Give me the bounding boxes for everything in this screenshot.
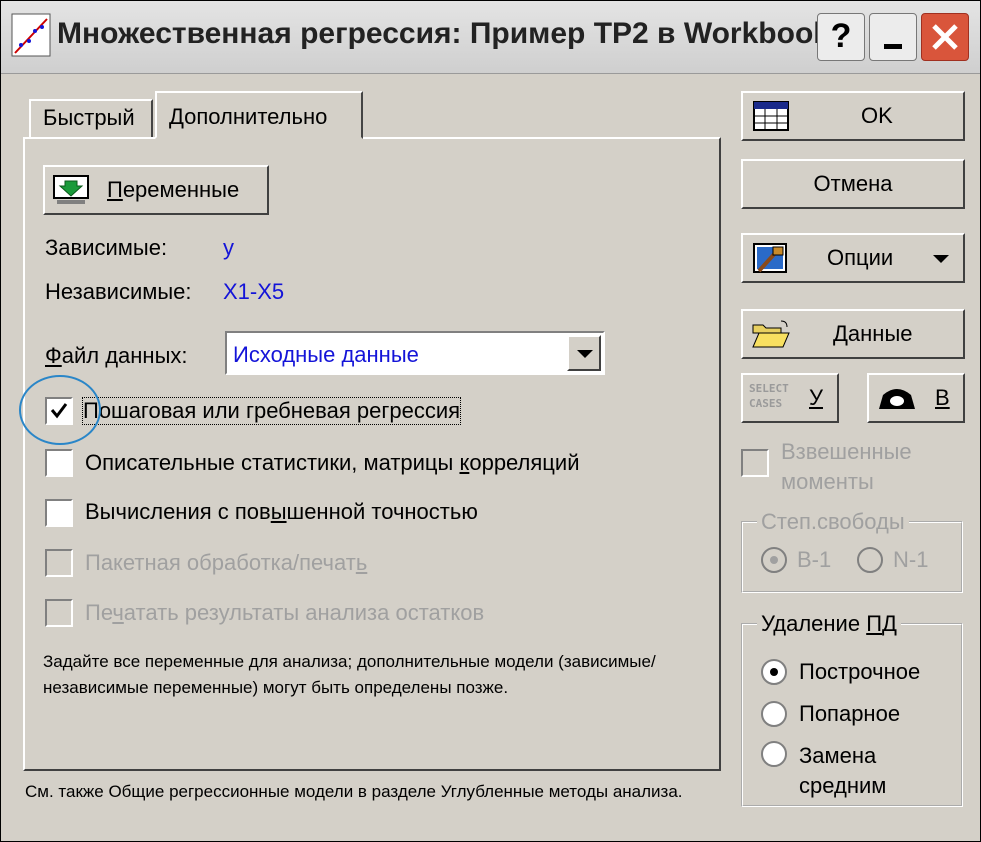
checkbox-descriptive-stats[interactable]	[45, 449, 73, 477]
checkbox-print-residuals	[45, 599, 73, 627]
label-part: атать результаты анализа остатков	[123, 600, 485, 625]
data-button-label: Данные	[833, 311, 913, 357]
select-cases-label: У	[809, 385, 823, 410]
options-button-label: Опции	[827, 245, 894, 270]
radio-dof-n1	[857, 547, 883, 573]
label-part: Пакетная обработка/печат	[85, 550, 356, 575]
regression-app-icon	[11, 13, 51, 57]
radio-casewise-label[interactable]: Построчное	[799, 659, 920, 685]
label-mnemonic: ь	[355, 550, 368, 575]
datafile-label-text: айл данных:	[61, 343, 188, 368]
close-button[interactable]	[921, 13, 969, 61]
variables-button-mnemonic: П	[107, 177, 123, 202]
data-button-mnemonic: Д	[833, 321, 848, 346]
datafile-select[interactable]: Исходные данные	[225, 331, 605, 375]
independent-label: Независимые:	[45, 279, 192, 304]
options-button[interactable]: Опции	[741, 233, 965, 283]
window-title: Множественная регрессия: Пример ТР2 в Wo…	[57, 17, 817, 50]
close-icon	[932, 24, 958, 50]
select-cases-icon: SELECT CASES	[749, 382, 789, 410]
spreadsheet-icon	[753, 101, 789, 131]
checkbox-high-precision[interactable]	[45, 499, 73, 527]
checkbox-batch-print-label: Пакетная обработка/печать	[85, 550, 367, 576]
select-cases-button[interactable]: SELECT CASES У	[741, 373, 839, 423]
checkmark-icon	[50, 403, 68, 419]
checkbox-stepwise-label[interactable]: Пошаговая или гребневая регрессия	[81, 397, 462, 425]
title-mnemonic: П	[866, 611, 882, 636]
dof-group-title: Степ.свободы	[757, 509, 909, 535]
independent-value: X1-X5	[223, 279, 285, 304]
help-button[interactable]: ?	[817, 13, 865, 61]
checkbox-high-precision-label[interactable]: Вычисления с повышенной точностью	[85, 499, 478, 525]
weight-button[interactable]: В	[867, 373, 965, 423]
label-mnemonic: к	[459, 450, 470, 475]
tab-quick[interactable]: Быстрый	[29, 99, 153, 139]
folder-open-icon	[752, 320, 790, 348]
data-button[interactable]: Данные	[741, 309, 965, 359]
radio-pairwise-label[interactable]: Попарное	[799, 701, 900, 727]
radio-dof-b1-label: В-1	[797, 547, 832, 572]
variables-button[interactable]: Переменные	[43, 165, 269, 215]
radio-dof-n1-label: N-1	[893, 547, 929, 572]
label-part: орреляций	[469, 450, 580, 475]
missing-data-group-title: Удаление ПД	[757, 611, 901, 637]
radio-mean-substitution[interactable]	[761, 741, 787, 767]
dependent-value: y	[223, 235, 234, 260]
label-part: Пе	[85, 600, 113, 625]
checkbox-weighted-moments-label: Взвешенные моменты	[781, 439, 912, 494]
dialog-window: Множественная регрессия: Пример ТР2 в Wo…	[0, 0, 981, 842]
chevron-down-icon	[933, 255, 949, 263]
checkbox-print-residuals-label: Печатать результаты анализа остатков	[85, 600, 484, 626]
datafile-selected-value: Исходные данные	[233, 342, 419, 367]
checkbox-stepwise[interactable]	[45, 397, 73, 425]
ok-button[interactable]: OK	[741, 91, 965, 141]
label-part: Описательные статистики, матрицы	[85, 450, 460, 475]
checkbox-descriptive-stats-label[interactable]: Описательные статистики, матрицы корреля…	[85, 450, 579, 476]
radio-dof-b1	[761, 547, 787, 573]
options-icon	[753, 243, 787, 273]
weight-button-label: В	[935, 385, 950, 410]
title-part: Удаление	[761, 611, 867, 636]
label-mnemonic: ы	[270, 499, 287, 524]
label-part: Вычисления с пов	[85, 499, 271, 524]
datafile-label-mnemonic: Ф	[45, 343, 62, 368]
title-part: Д	[882, 611, 897, 636]
checkbox-batch-print	[45, 549, 73, 577]
variables-icon	[53, 175, 89, 204]
tab-advanced[interactable]: Дополнительно	[155, 91, 363, 139]
radio-mean-substitution-label[interactable]: Замена средним	[799, 741, 949, 801]
chevron-down-icon[interactable]	[567, 335, 601, 371]
footer-note: См. также Общие регрессионные модели в р…	[25, 782, 683, 801]
checkbox-weighted-moments	[741, 449, 769, 477]
cancel-button[interactable]: Отмена	[741, 159, 965, 209]
title-bar[interactable]: Множественная регрессия: Пример ТР2 в Wo…	[1, 1, 980, 74]
help-text: Задайте все переменные для анализа; допо…	[43, 652, 656, 697]
minimize-button[interactable]	[869, 13, 917, 61]
cancel-button-label: Отмена	[813, 171, 893, 196]
dependent-label: Зависимые:	[45, 235, 168, 260]
radio-casewise[interactable]	[761, 659, 787, 685]
variables-button-label: еременные	[122, 177, 240, 202]
radio-pairwise[interactable]	[761, 701, 787, 727]
label-part: шенной точностью	[286, 499, 478, 524]
weight-icon	[879, 389, 915, 409]
label-mnemonic: ч	[112, 600, 124, 625]
data-button-label-rest: анные	[847, 321, 913, 346]
ok-button-label: OK	[861, 103, 893, 128]
datafile-label: Файл данных:	[45, 343, 188, 369]
